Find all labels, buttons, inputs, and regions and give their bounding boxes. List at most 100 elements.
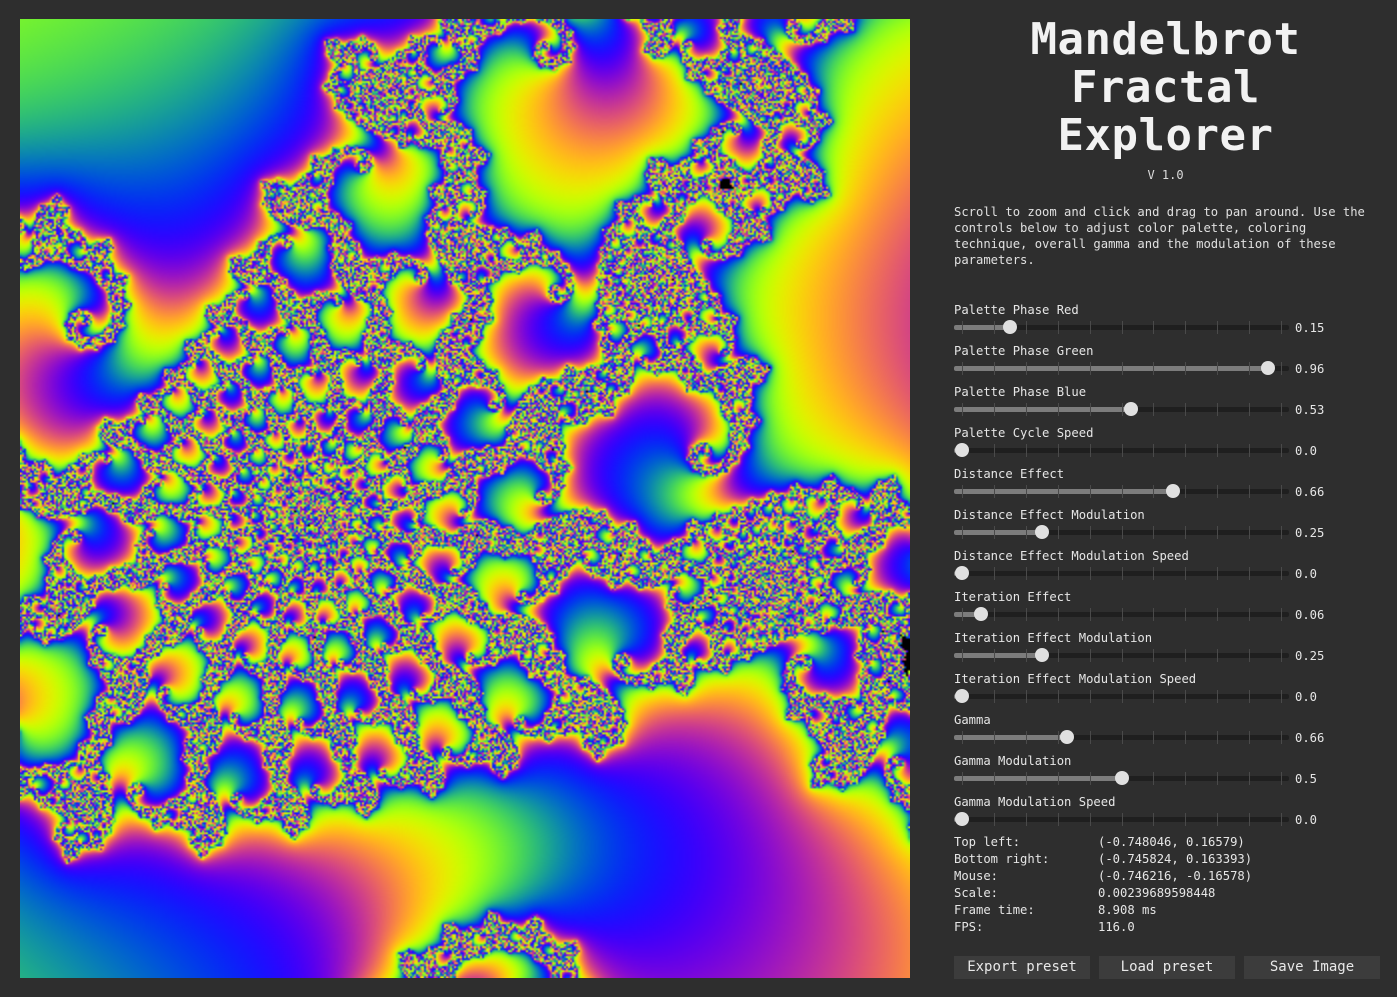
stat-value: 8.908 ms xyxy=(1098,903,1157,917)
slider-tick xyxy=(993,608,995,621)
slider-tick xyxy=(1057,608,1059,621)
slider-tick xyxy=(1025,485,1027,498)
slider-tick xyxy=(1249,772,1251,785)
slider-tick xyxy=(1057,649,1059,662)
slider-tick xyxy=(993,321,995,334)
slider-tick xyxy=(1153,567,1155,580)
slider-thumb[interactable] xyxy=(1124,402,1139,416)
slider-tick xyxy=(1185,731,1187,744)
slider-thumb[interactable] xyxy=(1060,730,1075,744)
slider-track[interactable] xyxy=(954,484,1289,498)
slider-thumb[interactable] xyxy=(1034,648,1049,662)
export-preset-button[interactable]: Export preset xyxy=(954,956,1090,979)
slider-thumb[interactable] xyxy=(955,812,969,826)
stats-panel: Top left: (-0.748046, 0.16579) Bottom righ… xyxy=(954,834,1385,936)
slider-track[interactable] xyxy=(954,771,1289,785)
slider-row: Palette Phase Red 0.15 xyxy=(954,302,1385,343)
slider-tick xyxy=(1217,444,1219,457)
slider-thumb[interactable] xyxy=(955,566,969,580)
slider-tick xyxy=(1185,485,1187,498)
slider-tick xyxy=(1217,362,1219,375)
slider-track[interactable] xyxy=(954,812,1289,826)
slider-tick xyxy=(1185,608,1187,621)
slider-row: Gamma Modulation Speed 0.0 xyxy=(954,794,1385,835)
slider-track[interactable] xyxy=(954,648,1289,662)
slider-tick xyxy=(1217,321,1219,334)
slider-row: Distance Effect 0.66 xyxy=(954,466,1385,507)
slider-value: 0.0 xyxy=(1295,567,1318,581)
slider-tick xyxy=(1057,321,1059,334)
slider-tick xyxy=(1121,321,1123,334)
fractal-canvas[interactable] xyxy=(20,19,910,978)
slider-tick xyxy=(1249,690,1251,703)
slider-tick xyxy=(1249,321,1251,334)
slider-track[interactable] xyxy=(954,361,1289,375)
slider-tick xyxy=(1217,772,1219,785)
slider-track[interactable] xyxy=(954,402,1289,416)
slider-track[interactable] xyxy=(954,566,1289,580)
slider-track[interactable] xyxy=(954,607,1289,621)
slider-label: Distance Effect xyxy=(954,467,1065,481)
slider-tick xyxy=(1153,772,1155,785)
slider-track[interactable] xyxy=(954,320,1289,334)
slider-tick xyxy=(1153,731,1155,744)
slider-label: Palette Phase Blue xyxy=(954,385,1087,399)
slider-tick xyxy=(993,649,995,662)
slider-tick xyxy=(1025,362,1027,375)
slider-thumb[interactable] xyxy=(955,689,969,703)
load-preset-button[interactable]: Load preset xyxy=(1099,956,1235,979)
slider-tick xyxy=(1217,690,1219,703)
slider-track[interactable] xyxy=(954,689,1289,703)
slider-thumb[interactable] xyxy=(955,443,969,457)
slider-tick xyxy=(1089,403,1091,416)
slider-tick xyxy=(1217,526,1219,539)
slider-track[interactable] xyxy=(954,525,1289,539)
stat-value: (-0.745824, 0.163393) xyxy=(1098,852,1253,866)
slider-tick xyxy=(1281,649,1282,662)
slider-thumb[interactable] xyxy=(1114,771,1129,785)
slider-tick xyxy=(1121,403,1123,416)
save-image-button[interactable]: Save Image xyxy=(1244,956,1380,979)
slider-thumb[interactable] xyxy=(1002,320,1017,334)
slider-tick xyxy=(1121,444,1123,457)
slider-tick xyxy=(993,731,995,744)
slider-row: Palette Cycle Speed 0.0 xyxy=(954,425,1385,466)
slider-tick xyxy=(1089,485,1091,498)
slider-tick xyxy=(1025,567,1027,580)
slider-fill xyxy=(954,489,1173,494)
slider-tick xyxy=(1217,731,1219,744)
slider-tick xyxy=(1121,731,1123,744)
slider-thumb[interactable] xyxy=(974,607,989,621)
slider-thumb[interactable] xyxy=(1034,525,1049,539)
fractal-viewport[interactable] xyxy=(20,19,910,978)
slider-tick xyxy=(1025,608,1027,621)
slider-tick xyxy=(1185,567,1187,580)
slider-value: 0.96 xyxy=(1295,362,1325,376)
slider-fill xyxy=(954,653,1042,658)
slider-label: Iteration Effect Modulation Speed xyxy=(954,672,1197,686)
slider-tick xyxy=(1153,444,1155,457)
slider-tick xyxy=(1153,813,1155,826)
slider-tick xyxy=(1121,813,1123,826)
slider-tick xyxy=(1089,608,1091,621)
slider-track[interactable] xyxy=(954,730,1289,744)
slider-tick xyxy=(1057,813,1059,826)
slider-track[interactable] xyxy=(954,443,1289,457)
slider-tick xyxy=(1089,813,1091,826)
slider-tick xyxy=(1249,403,1251,416)
slider-tick xyxy=(1153,362,1155,375)
slider-tick xyxy=(1121,362,1123,375)
slider-tick xyxy=(1025,731,1027,744)
stat-row: Scale: 0.00239689598448 xyxy=(954,885,1385,902)
slider-thumb[interactable] xyxy=(1165,484,1180,498)
slider-tick xyxy=(1185,772,1187,785)
slider-label: Gamma Modulation Speed xyxy=(954,795,1116,809)
slider-value: 0.53 xyxy=(1295,403,1325,417)
slider-label: Gamma Modulation xyxy=(954,754,1072,768)
slider-tick xyxy=(1057,731,1059,744)
slider-tick xyxy=(1249,608,1251,621)
description-text: Scroll to zoom and click and drag to pan… xyxy=(954,205,1365,267)
slider-thumb[interactable] xyxy=(1261,361,1276,375)
slider-value: 0.66 xyxy=(1295,485,1325,499)
slider-tick xyxy=(1217,813,1219,826)
